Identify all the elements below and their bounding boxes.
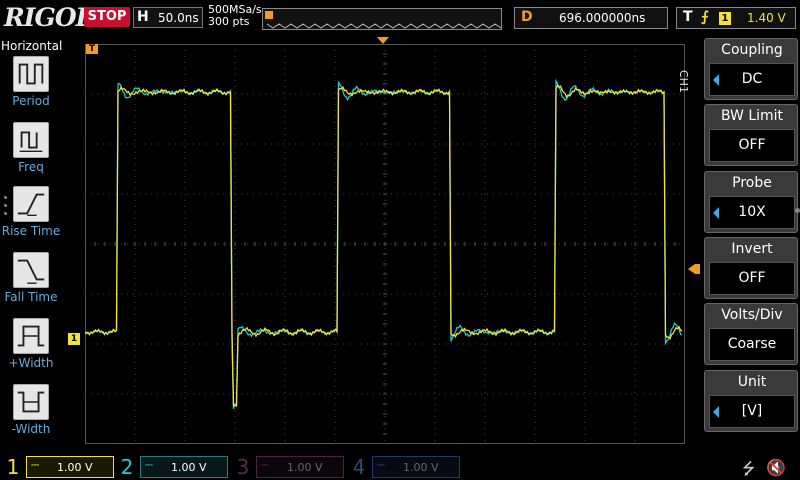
- menu-channel-tag: CH1: [677, 70, 690, 93]
- volts-div-softkey[interactable]: Volts/Div Coarse: [704, 303, 798, 365]
- waveform-display[interactable]: [85, 44, 685, 444]
- run-stop-status[interactable]: STOP: [84, 7, 130, 27]
- ch1-coupling-icon: ⎓: [31, 460, 39, 471]
- measure-rise-time-label: Rise Time: [1, 224, 61, 238]
- unit-value: [V]: [709, 395, 795, 428]
- memory-overview-waveform: [265, 11, 502, 29]
- volts-div-title: Volts/Div: [721, 307, 783, 323]
- measure-fall-time[interactable]: Fall Time: [0, 252, 62, 304]
- freq-icon: [13, 122, 49, 158]
- unit-softkey[interactable]: Unit [V]: [704, 370, 798, 432]
- graticule-grid: [85, 44, 685, 444]
- waveform-graticule: [85, 44, 685, 444]
- ch4-coupling-icon: ⎓: [377, 460, 385, 471]
- ch1-panel: ⎓ 1.00 V: [26, 456, 114, 478]
- menu-page-dot: [795, 208, 800, 213]
- coupling-value: DC: [709, 63, 795, 96]
- measure-freq-label: Freq: [18, 160, 44, 174]
- brand-logo: RIGOL: [4, 3, 93, 32]
- right-channel-menu: Coupling DC BW Limit OFF Probe 10X Inver…: [704, 36, 800, 448]
- trigger-level-marker[interactable]: [688, 264, 700, 274]
- acquisition-info: 500MSa/s 300 pts: [208, 4, 262, 28]
- ch4-panel: ⎓ 1.00 V: [372, 456, 460, 478]
- invert-softkey[interactable]: Invert OFF: [704, 237, 798, 299]
- rise-time-icon: [13, 186, 49, 222]
- measure-neg-width[interactable]: -Width: [0, 384, 62, 436]
- left-menu-title: Horizontal: [1, 39, 63, 53]
- measure-neg-width-label: -Width: [11, 422, 51, 436]
- ch3-number: 3: [236, 455, 250, 479]
- period-icon: [13, 56, 49, 92]
- measure-freq[interactable]: Freq: [0, 122, 62, 174]
- bw-limit-title: BW Limit: [720, 108, 784, 124]
- ch3-coupling-icon: ⎓: [261, 460, 269, 471]
- ch1-number: 1: [6, 455, 20, 479]
- ch1-scale: 1.00 V: [57, 461, 93, 474]
- top-status-bar: RIGOL STOP H 50.0ns 500MSa/s 300 pts D 6…: [0, 0, 800, 36]
- probe-softkey[interactable]: Probe 10X: [704, 171, 798, 233]
- probe-arrow-icon: [713, 207, 719, 219]
- timebase-label: H: [137, 9, 149, 25]
- trigger-source: 1: [719, 12, 731, 25]
- trigger-level: 1.40 V: [747, 11, 786, 25]
- neg-width-icon: [13, 384, 49, 420]
- memory-overview: [262, 8, 502, 30]
- trigger-box[interactable]: T ⨍ 1 1.40 V: [676, 7, 796, 29]
- ch1-ground-marker[interactable]: 1: [68, 333, 80, 345]
- delay-value: 696.000000ns: [559, 11, 646, 25]
- channel-status-bar: 1 ⎓ 1.00 V 2 ⎓ 1.00 V 3 ⎓ 1.00 V 4 ⎓ 1.0…: [0, 452, 800, 480]
- measure-period-label: Period: [12, 94, 50, 108]
- timebase-box[interactable]: H 50.0ns: [133, 7, 203, 28]
- ch2-number: 2: [120, 455, 134, 479]
- pos-width-icon: [13, 318, 49, 354]
- timebase-value: 50.0ns: [158, 11, 199, 25]
- measure-pos-width-label: +Width: [8, 356, 54, 370]
- coupling-softkey[interactable]: Coupling DC: [704, 38, 798, 100]
- delay-label: D: [521, 9, 533, 25]
- volts-div-value: Coarse: [709, 328, 795, 361]
- bw-limit-value: OFF: [709, 129, 795, 162]
- trigger-origin-marker: T: [86, 44, 98, 54]
- measure-fall-time-label: Fall Time: [4, 290, 58, 304]
- left-measure-menu: Horizontal Period Freq Rise Time Fall Ti…: [0, 36, 62, 448]
- ch4-scale: 1.00 V: [403, 461, 439, 474]
- ch3-panel: ⎓ 1.00 V: [256, 456, 344, 478]
- ch3-scale: 1.00 V: [287, 461, 323, 474]
- trigger-label: T: [683, 9, 693, 25]
- bw-limit-softkey[interactable]: BW Limit OFF: [704, 104, 798, 166]
- probe-value: 10X: [709, 196, 795, 229]
- rising-edge-icon: ⨍: [701, 9, 709, 25]
- ch2-coupling-icon: ⎓: [145, 460, 153, 471]
- unit-title: Unit: [737, 374, 767, 390]
- ch2-panel: ⎓ 1.00 V: [140, 456, 228, 478]
- invert-value: OFF: [709, 262, 795, 295]
- usb-icon: ⭍: [742, 459, 756, 478]
- memory-trigger-marker: [265, 11, 273, 19]
- ch4-number: 4: [352, 455, 366, 479]
- coupling-title: Coupling: [721, 42, 783, 58]
- speaker-muted-icon[interactable]: 🔇: [766, 458, 786, 477]
- measure-period[interactable]: Period: [0, 56, 62, 108]
- invert-title: Invert: [731, 241, 773, 257]
- probe-title: Probe: [732, 175, 772, 191]
- delay-box[interactable]: D 696.000000ns: [514, 7, 668, 29]
- unit-arrow-icon: [713, 406, 719, 418]
- measure-pos-width[interactable]: +Width: [0, 318, 62, 370]
- fall-time-icon: [13, 252, 49, 288]
- trigger-position-marker: [377, 37, 389, 44]
- ch2-scale: 1.00 V: [171, 461, 207, 474]
- memory-depth: 300 pts: [208, 15, 250, 28]
- coupling-arrow-icon: [713, 74, 719, 86]
- measure-rise-time[interactable]: Rise Time: [0, 186, 62, 238]
